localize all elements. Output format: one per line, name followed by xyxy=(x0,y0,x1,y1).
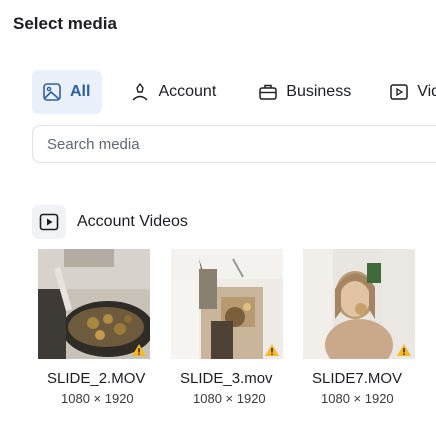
media-name: SLIDE_3.mov xyxy=(180,370,273,387)
tab-bar: All Account Business Vide xyxy=(32,70,436,114)
media-dimensions: 1080 × 1920 xyxy=(193,391,266,406)
tab-videos[interactable]: Vide xyxy=(379,70,436,114)
media-name: SLIDE7.MOV xyxy=(312,370,403,387)
video-icon xyxy=(389,82,409,102)
section-header: Account Videos xyxy=(32,205,188,239)
media-thumbnail[interactable] xyxy=(171,249,283,359)
section-title: Account Videos xyxy=(77,213,188,230)
media-dimensions: 1080 × 1920 xyxy=(61,391,134,406)
briefcase-icon xyxy=(258,82,278,102)
media-name: SLIDE_2.MOV xyxy=(47,370,146,387)
media-dimensions: 1080 × 1920 xyxy=(321,391,394,406)
warning-icon xyxy=(132,344,146,356)
image-icon xyxy=(42,82,62,102)
search-field[interactable] xyxy=(32,125,436,163)
media-thumbnail[interactable] xyxy=(38,249,150,359)
tab-account-label: Account xyxy=(158,83,217,100)
page-title: Select media xyxy=(13,14,117,33)
tab-all[interactable]: All xyxy=(32,70,103,114)
media-thumbnail[interactable] xyxy=(303,249,415,359)
video-icon xyxy=(32,205,66,239)
search-input[interactable] xyxy=(45,135,409,154)
warning-icon xyxy=(397,344,411,356)
user-account-icon xyxy=(130,82,150,102)
warning-icon xyxy=(265,344,279,356)
tab-all-label: All xyxy=(70,83,91,100)
tab-business-label: Business xyxy=(286,83,352,100)
tab-business[interactable]: Business xyxy=(248,70,361,114)
tab-videos-label: Vide xyxy=(417,83,436,100)
tab-account[interactable]: Account xyxy=(120,70,226,114)
